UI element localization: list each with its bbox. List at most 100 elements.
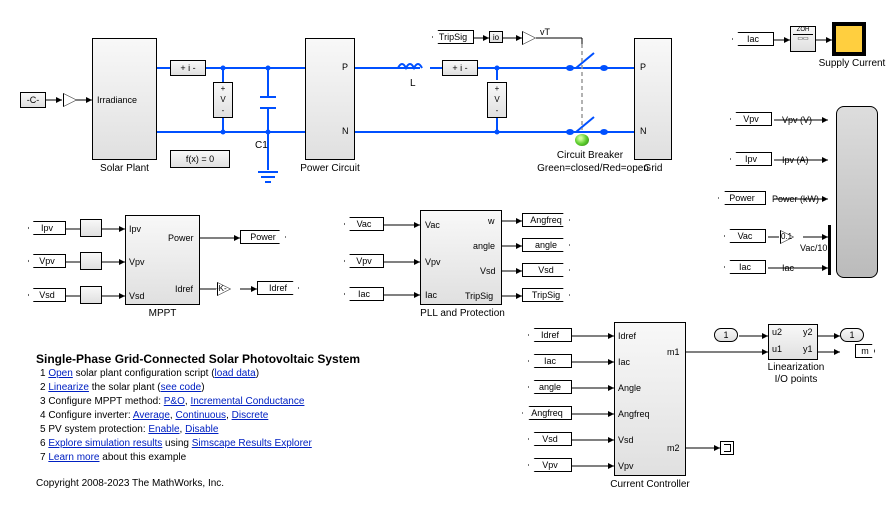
from-iac-cc[interactable]: Iac <box>528 354 572 368</box>
goto-power[interactable]: Power <box>240 230 286 244</box>
voltage-sensor[interactable]: + V - <box>213 82 233 118</box>
rt1[interactable] <box>80 219 102 237</box>
solver-block[interactable]: f(x) = 0 <box>170 150 230 168</box>
breaker-status-icon <box>575 134 589 146</box>
from-vsd-cc[interactable]: Vsd <box>528 432 572 446</box>
gain-vt[interactable] <box>522 31 536 45</box>
note-link[interactable]: P&O <box>164 396 185 407</box>
pll-iac: Iac <box>425 290 437 300</box>
lin-label: Linearization <box>756 362 836 373</box>
from-angle-cc[interactable]: angle <box>528 380 572 394</box>
from-angfreq-cc[interactable]: Angfreq <box>522 406 572 420</box>
power-circuit-block[interactable] <box>305 38 355 160</box>
port-n1: N <box>342 126 349 136</box>
rt3[interactable] <box>80 286 102 304</box>
lin-y2: y2 <box>803 327 813 337</box>
zoh-block[interactable]: ZOH▭▭ <box>790 26 816 52</box>
note-link[interactable]: Disable <box>185 424 218 435</box>
note-link[interactable]: Learn more <box>48 452 99 463</box>
port-n2: N <box>640 126 647 136</box>
page-title: Single-Phase Grid-Connected Solar Photov… <box>36 352 360 366</box>
pll-vac: Vac <box>425 220 440 230</box>
port-p2: P <box>640 62 646 72</box>
goto-vsd[interactable]: Vsd <box>522 263 570 277</box>
goto-angfreq[interactable]: Angfreq <box>522 213 570 227</box>
vt-label: vT <box>540 27 550 37</box>
from-ipv-r[interactable]: Ipv <box>730 152 772 166</box>
cc-angle: Angle <box>618 383 641 393</box>
note-link[interactable]: Simscape Results Explorer <box>192 438 312 449</box>
grid-label: Grid <box>634 163 672 174</box>
note-link[interactable]: Open <box>48 368 72 379</box>
outport-1[interactable]: 1 <box>840 328 864 342</box>
from-power-r[interactable]: Power <box>718 191 766 205</box>
mppt-vsd: Vsd <box>129 291 145 301</box>
note-link[interactable]: Incremental Conductance <box>190 396 304 407</box>
voltage-sensor-right[interactable]: + V - <box>487 82 507 118</box>
lbl-power-kw: Power (kW) <box>772 194 819 204</box>
mux-icon <box>63 93 77 107</box>
note-link[interactable]: Explore simulation results <box>48 438 162 449</box>
circuit-breaker-label: Circuit Breaker <box>530 150 650 161</box>
lbl-vpv-v: Vpv (V) <box>782 115 812 125</box>
from-iac-top[interactable]: Iac <box>732 32 774 46</box>
scope-label: Supply Current <box>812 58 892 69</box>
terminator[interactable] <box>720 441 734 455</box>
scope-supply-current[interactable] <box>832 22 866 56</box>
lin-y1: y1 <box>803 344 813 354</box>
from-vpv[interactable]: Vpv <box>28 254 66 268</box>
cc-m2: m2 <box>667 443 680 453</box>
goto-m[interactable]: m <box>855 344 875 358</box>
mppt-ipv: Ipv <box>129 224 141 234</box>
scope-big[interactable] <box>836 106 878 278</box>
goto-tripsig[interactable]: TripSig <box>522 288 570 302</box>
note-link[interactable]: load data <box>215 368 256 379</box>
cc-iac: Iac <box>618 357 630 367</box>
port-p1: P <box>342 62 348 72</box>
l-label: L <box>410 78 416 89</box>
lbl-ipv-a: Ipv (A) <box>782 155 809 165</box>
from-vpv2[interactable]: Vpv <box>344 254 384 268</box>
from-idref-cc[interactable]: Idref <box>528 328 572 342</box>
mux-block[interactable] <box>828 225 831 275</box>
goto-angle[interactable]: angle <box>522 238 570 252</box>
from-ipv[interactable]: Ipv <box>28 221 66 235</box>
from-iac[interactable]: Iac <box>344 287 384 301</box>
solar-plant-label: Solar Plant <box>92 163 157 174</box>
cc-vsd: Vsd <box>618 435 634 445</box>
cc-vpv: Vpv <box>618 461 634 471</box>
pll-tripsig: TripSig <box>465 291 493 301</box>
rt2[interactable] <box>80 252 102 270</box>
inport-1[interactable]: 1 <box>714 328 738 342</box>
copyright: Copyright 2008-2023 The MathWorks, Inc. <box>36 478 224 489</box>
current-sensor-right[interactable]: + i - <box>442 60 478 76</box>
notes-list: 1 Open solar plant configuration script … <box>40 367 460 465</box>
note-link[interactable]: Enable <box>148 424 179 435</box>
c1-label: C1 <box>255 140 268 151</box>
note-link[interactable]: Average <box>133 410 170 421</box>
pll-label: PLL and Protection <box>410 308 515 319</box>
io-block[interactable]: io <box>489 31 503 43</box>
pll-angle: angle <box>473 241 495 251</box>
power-circuit-label: Power Circuit <box>290 163 370 174</box>
lbl-iac: Iac <box>782 263 794 273</box>
cc-angfreq: Angfreq <box>618 409 650 419</box>
note-link[interactable]: Discrete <box>232 410 269 421</box>
from-vac[interactable]: Vac <box>344 217 384 231</box>
lin-u2: u2 <box>772 327 782 337</box>
note-link[interactable]: Linearize <box>48 382 89 393</box>
goto-idref[interactable]: Idref <box>257 281 299 295</box>
grid-block[interactable] <box>634 38 672 160</box>
note-link[interactable]: Continuous <box>175 410 226 421</box>
from-vsd[interactable]: Vsd <box>28 288 66 302</box>
from-vpv-r[interactable]: Vpv <box>730 112 772 126</box>
current-sensor-top[interactable]: + i - <box>170 60 206 76</box>
from-tripsig[interactable]: TripSig <box>432 30 474 44</box>
zoh-text: ZOH <box>797 27 810 33</box>
from-vpv-cc[interactable]: Vpv <box>528 458 572 472</box>
mppt-idref: Idref <box>175 284 193 294</box>
constant-block[interactable]: -C- <box>20 92 46 108</box>
from-iac-r[interactable]: Iac <box>724 260 766 274</box>
note-link[interactable]: see code <box>161 382 202 393</box>
from-vac-r[interactable]: Vac <box>724 229 766 243</box>
